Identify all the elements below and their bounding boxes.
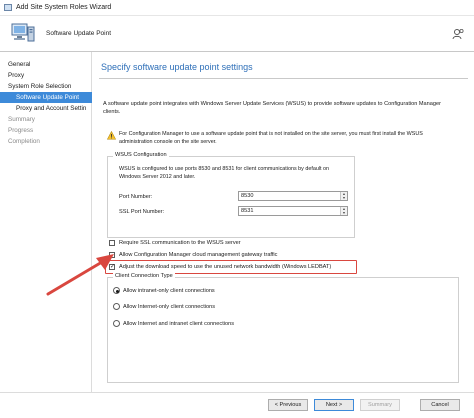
- port-number-value: 8530: [241, 193, 254, 199]
- internet-and-intranet-label: Allow Internet and intranet client conne…: [123, 321, 235, 327]
- title-bar: Add Site System Roles Wizard: [0, 0, 474, 16]
- wizard-window-icon: [4, 4, 12, 11]
- install-notice: For Configuration Manager to use a softw…: [107, 131, 459, 148]
- previous-button[interactable]: < Previous: [268, 399, 308, 411]
- nav-item-system-role-selection[interactable]: System Role Selection: [0, 81, 92, 92]
- wizard-page: Specify software update point settings A…: [93, 52, 474, 392]
- internet-and-intranet-radio[interactable]: Allow Internet and intranet client conne…: [113, 320, 333, 329]
- ssl-port-number-label: SSL Port Number:: [119, 209, 165, 215]
- client-connection-label: Client Connection Type: [113, 273, 175, 279]
- title-divider: [99, 78, 468, 79]
- warning-icon: [107, 131, 116, 140]
- nav-item-proxy-account-settings[interactable]: Proxy and Account Settin: [0, 103, 92, 114]
- internet-only-radio[interactable]: Allow Internet-only client connections: [113, 303, 333, 312]
- nav-item-progress: Progress: [8, 127, 34, 134]
- nav-item-completion: Completion: [8, 138, 40, 145]
- page-title: Specify software update point settings: [101, 62, 253, 72]
- nav-item-software-update-point[interactable]: Software Update Point: [0, 92, 92, 103]
- ssl-port-number-field[interactable]: 8531 ▲ ▼: [238, 206, 348, 216]
- spin-arrows-icon[interactable]: ▲ ▼: [340, 192, 347, 200]
- require-ssl-label: Require SSL communication to the WSUS se…: [119, 240, 241, 246]
- red-arrow-icon: [46, 254, 114, 296]
- wizard-navigation: General Proxy System Role Selection Soft…: [0, 52, 92, 392]
- require-ssl-checkbox[interactable]: Require SSL communication to the WSUS se…: [109, 239, 369, 248]
- nav-item-proxy[interactable]: Proxy: [0, 70, 92, 81]
- cancel-button[interactable]: Cancel: [420, 399, 460, 411]
- wizard-header: Software Update Point: [0, 16, 474, 52]
- wizard-subtitle: Software Update Point: [46, 30, 112, 37]
- cloud-gateway-checkbox[interactable]: Allow Configuration Manager cloud manage…: [109, 251, 369, 260]
- window-title: Add Site System Roles Wizard: [16, 4, 112, 11]
- port-number-field[interactable]: 8530 ▲ ▼: [238, 191, 348, 201]
- checkbox-box[interactable]: [109, 240, 115, 246]
- next-button[interactable]: Next >: [314, 399, 354, 411]
- wizard-footer: < Previous Next > Summary Cancel: [0, 392, 474, 418]
- ledbat-highlight-box: [105, 260, 357, 274]
- nav-item-summary: Summary: [8, 116, 35, 123]
- notice-text: For Configuration Manager to use a softw…: [119, 131, 423, 145]
- wsus-port-note: WSUS is configured to use ports 8530 and…: [119, 166, 330, 180]
- cloud-gateway-label: Allow Configuration Manager cloud manage…: [119, 252, 278, 258]
- intro-text: A software update point integrates with …: [103, 101, 441, 115]
- nav-item-general[interactable]: General: [0, 59, 92, 70]
- intranet-only-label: Allow intranet-only client connections: [123, 288, 215, 294]
- internet-only-label: Allow Internet-only client connections: [123, 304, 216, 310]
- ssl-port-number-value: 8531: [241, 208, 254, 214]
- wsus-group-label: WSUS Configuration: [113, 152, 169, 158]
- radio-button[interactable]: [113, 303, 120, 310]
- user-help-icon[interactable]: [452, 28, 464, 40]
- radio-button[interactable]: [113, 320, 120, 327]
- intranet-only-radio[interactable]: Allow intranet-only client connections: [113, 287, 333, 296]
- port-number-label: Port Number:: [119, 194, 153, 200]
- computer-wizard-icon: [11, 23, 35, 42]
- spin-arrows-icon[interactable]: ▲ ▼: [340, 207, 347, 215]
- summary-button: Summary: [360, 399, 400, 411]
